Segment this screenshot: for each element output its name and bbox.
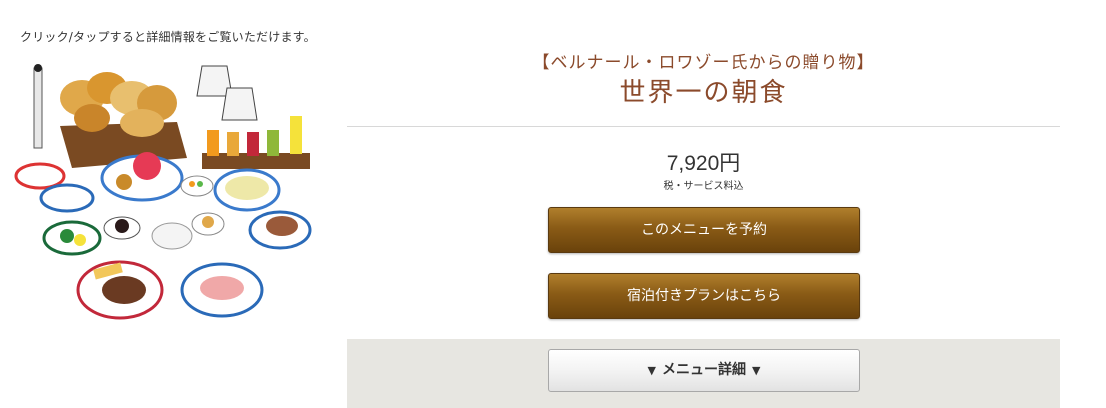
tax-note: 税・サービス料込 — [663, 181, 744, 192]
menu-title: 世界一の朝食 — [619, 78, 788, 108]
breakfast-illustration-image[interactable] — [12, 58, 312, 330]
menu-details-button[interactable]: ▼ メニュー詳細 ▼ — [548, 349, 860, 392]
triangle-down-icon: ▼ — [647, 364, 656, 377]
stay-plan-button[interactable]: 宿泊付きプランはこちら — [548, 273, 860, 319]
reserve-menu-button[interactable]: このメニューを予約 — [548, 207, 860, 253]
menu-subtitle: 【ベルナール・ロワゾー氏からの贈り物】 — [532, 53, 875, 73]
triangle-down-icon: ▼ — [752, 364, 761, 377]
menu-details-label: メニュー詳細 — [662, 362, 746, 378]
divider — [347, 126, 1060, 127]
menu-price: 7,920円 — [666, 152, 741, 175]
menu-detail-band: ▼ メニュー詳細 ▼ — [347, 339, 1060, 408]
illustration-hint: クリック/タップすると詳細情報をご覧いただけます。 — [20, 30, 316, 44]
